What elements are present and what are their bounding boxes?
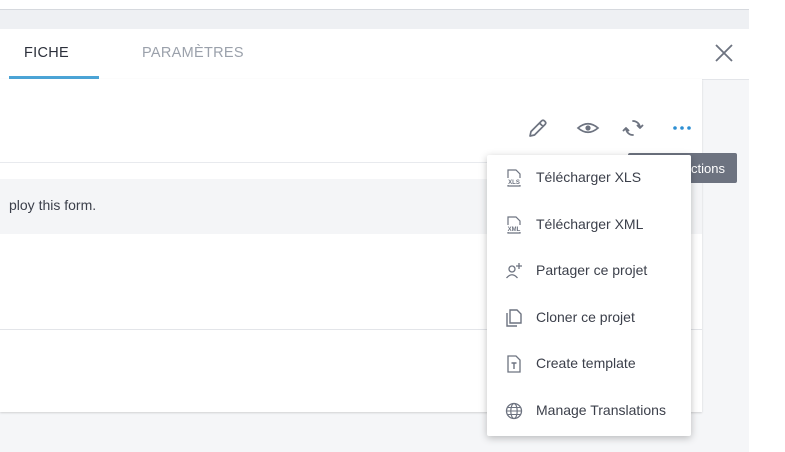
close-icon[interactable] — [712, 41, 736, 65]
menu-item-clone-project[interactable]: Cloner ce projet — [487, 298, 691, 338]
more-icon[interactable] — [670, 116, 694, 140]
svg-text:XLS: XLS — [508, 180, 520, 186]
top-bar — [0, 0, 785, 10]
menu-item-label: Cloner ce projet — [536, 309, 635, 325]
eye-icon[interactable] — [576, 116, 600, 140]
globe-icon — [504, 401, 524, 421]
menu-item-share-project[interactable]: Partager ce projet — [487, 251, 691, 291]
refresh-icon[interactable] — [621, 116, 645, 140]
tooltip-text: ctions — [691, 161, 725, 176]
template-icon — [504, 354, 524, 374]
more-actions-menu: XLS Télécharger XLS XML Télécharger XML … — [487, 155, 691, 436]
menu-item-manage-translations[interactable]: Manage Translations — [487, 391, 691, 431]
menu-item-label: Manage Translations — [536, 402, 666, 418]
menu-item-label: Partager ce projet — [536, 262, 648, 278]
xml-file-icon: XML — [504, 215, 524, 235]
menu-item-download-xls[interactable]: XLS Télécharger XLS — [487, 158, 691, 198]
actions-row — [0, 79, 702, 163]
menu-item-label: Télécharger XLS — [536, 169, 642, 185]
menu-item-download-xml[interactable]: XML Télécharger XML — [487, 205, 691, 245]
tabs-bar: FICHE PARAMÈTRES — [0, 29, 749, 80]
edit-icon[interactable] — [526, 116, 550, 140]
svg-text:XML: XML — [508, 227, 521, 233]
right-gutter — [749, 9, 785, 452]
notice-text: ploy this form. — [9, 197, 97, 213]
add-user-icon — [504, 261, 524, 281]
xls-file-icon: XLS — [504, 168, 524, 188]
menu-item-label: Télécharger XML — [536, 216, 644, 232]
tab-parametres[interactable]: PARAMÈTRES — [142, 45, 244, 61]
clone-icon — [504, 308, 524, 328]
menu-item-create-template[interactable]: Create template — [487, 344, 691, 384]
menu-item-label: Create template — [536, 355, 636, 371]
tab-fiche[interactable]: FICHE — [24, 45, 69, 61]
